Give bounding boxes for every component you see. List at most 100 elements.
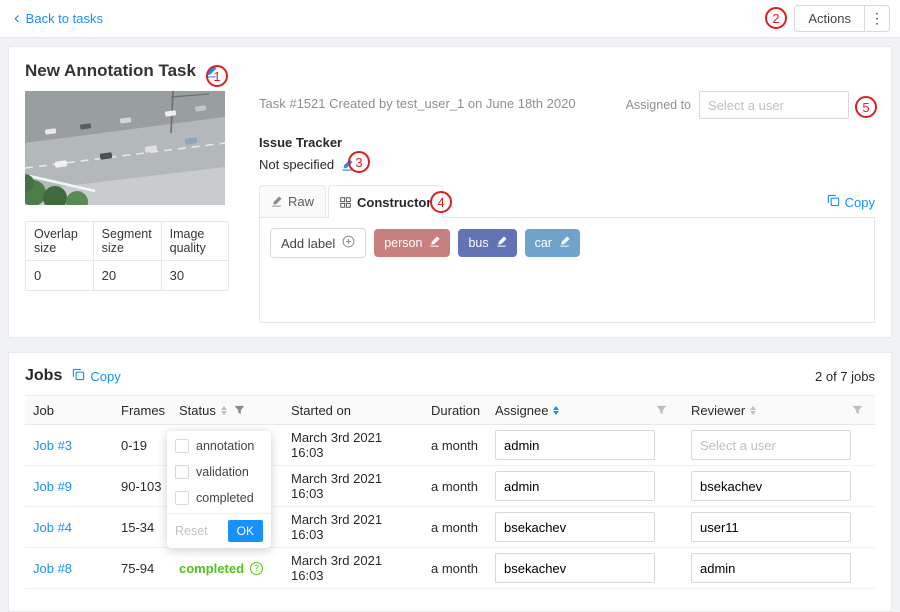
param-value-segment: 20 — [93, 261, 161, 291]
edit-label-icon[interactable] — [559, 236, 570, 250]
column-header-assignee: Assignee — [487, 403, 683, 418]
copy-jobs-link[interactable]: Copy — [72, 368, 120, 384]
table-row: Job #9 90-103 March 3rd 2021 16:03 a mon… — [25, 466, 875, 507]
filter-option-annotation[interactable]: annotation — [167, 433, 271, 459]
filter-option-completed[interactable]: completed — [167, 485, 271, 511]
started-value: March 3rd 2021 16:03 — [291, 471, 382, 501]
reviewer-filter-icon[interactable] — [852, 405, 863, 416]
block-icon — [340, 197, 351, 208]
label-chip-bus[interactable]: bus — [458, 229, 516, 257]
jobs-count: 2 of 7 jobs — [815, 369, 875, 384]
assignee-input[interactable] — [495, 553, 655, 583]
frames-value: 75-94 — [121, 561, 154, 576]
column-header-job: Job — [25, 403, 113, 418]
actions-menu-button[interactable]: ⋮ — [864, 6, 889, 31]
frames-value: 15-34 — [121, 520, 154, 535]
assignee-filter-icon[interactable] — [656, 405, 667, 416]
tab-raw-label: Raw — [288, 194, 314, 209]
started-value: March 3rd 2021 16:03 — [291, 512, 382, 542]
reviewer-input[interactable] — [691, 553, 851, 583]
callout-4: 4 — [430, 191, 452, 213]
checkbox-validation[interactable] — [175, 465, 189, 479]
started-value: March 3rd 2021 16:03 — [291, 430, 382, 460]
status-filter-dropdown: annotation validation completed Reset OK — [167, 431, 271, 548]
tab-raw[interactable]: Raw — [259, 185, 326, 217]
back-arrow-icon: ‹ — [14, 9, 20, 26]
kebab-icon: ⋮ — [870, 10, 884, 27]
edit-label-icon[interactable] — [496, 236, 507, 250]
callout-5: 5 — [855, 96, 877, 118]
issue-tracker-value: Not specified — [259, 157, 334, 172]
reviewer-input[interactable] — [691, 512, 851, 542]
duration-value: a month — [431, 479, 478, 494]
label-chip-person-name: person — [384, 236, 422, 250]
reviewer-sort-control[interactable] — [750, 406, 756, 415]
callout-3: 3 — [348, 151, 370, 173]
column-header-duration: Duration — [423, 403, 487, 418]
assigned-to-input[interactable] — [699, 91, 849, 119]
job-link[interactable]: Job #8 — [33, 561, 72, 576]
status-filter-icon[interactable] — [234, 405, 245, 416]
status-sort-control[interactable] — [221, 406, 227, 415]
labels-editor-tabs: Raw Constructor — [259, 185, 443, 217]
add-label-button[interactable]: Add label — [270, 228, 366, 258]
copy-icon — [72, 368, 85, 384]
plus-circle-icon — [342, 235, 355, 251]
status-value: completed — [179, 561, 244, 576]
table-row: Job #8 75-94 completed ? March 3rd 2021 … — [25, 548, 875, 589]
param-value-quality: 30 — [161, 261, 228, 291]
checkbox-completed[interactable] — [175, 491, 189, 505]
started-value: March 3rd 2021 16:03 — [291, 553, 382, 583]
duration-value: a month — [431, 561, 478, 576]
actions-button[interactable]: Actions — [795, 6, 864, 31]
param-header-quality: Image quality — [161, 222, 228, 261]
filter-reset-button[interactable]: Reset — [175, 524, 208, 538]
label-chip-person[interactable]: person — [374, 229, 450, 257]
filter-option-label: annotation — [196, 439, 254, 453]
filter-ok-button[interactable]: OK — [228, 520, 263, 542]
issue-tracker-label: Issue Tracker — [259, 135, 875, 150]
task-title: New Annotation Task — [25, 61, 196, 81]
column-header-started: Started on — [283, 403, 423, 418]
jobs-table-header: Job Frames Status Started on Duration As… — [25, 395, 875, 425]
table-row: Job #4 15-34 March 3rd 2021 16:03 a mont… — [25, 507, 875, 548]
param-header-overlap: Overlap size — [26, 222, 94, 261]
task-card: New Annotation Task — [8, 46, 892, 338]
assigned-to-group: Assigned to — [626, 91, 849, 119]
assignee-input[interactable] — [495, 471, 655, 501]
filter-option-label: validation — [196, 465, 249, 479]
actions-button-group: Actions ⋮ — [794, 5, 890, 32]
assignee-sort-control[interactable] — [553, 406, 559, 415]
filter-option-validation[interactable]: validation — [167, 459, 271, 485]
label-chip-bus-name: bus — [468, 236, 488, 250]
label-chip-car[interactable]: car — [525, 229, 580, 257]
duration-value: a month — [431, 520, 478, 535]
reviewer-input[interactable] — [691, 430, 851, 460]
copy-icon — [827, 194, 840, 210]
assignee-input[interactable] — [495, 512, 655, 542]
job-link[interactable]: Job #4 — [33, 520, 72, 535]
assigned-to-label: Assigned to — [626, 98, 691, 112]
tab-constructor[interactable]: Constructor — [328, 185, 443, 218]
tab-constructor-label: Constructor — [357, 195, 431, 210]
param-header-segment: Segment size — [93, 222, 161, 261]
back-to-tasks-link[interactable]: ‹ Back to tasks — [14, 11, 103, 26]
column-header-status: Status — [171, 403, 283, 418]
job-link[interactable]: Job #3 — [33, 438, 72, 453]
column-header-reviewer: Reviewer — [683, 403, 875, 418]
copy-labels-link[interactable]: Copy — [827, 194, 875, 210]
label-chip-car-name: car — [535, 236, 552, 250]
job-link[interactable]: Job #9 — [33, 479, 72, 494]
table-row: Job #3 0-19 March 3rd 2021 16:03 a month — [25, 425, 875, 466]
checkbox-annotation[interactable] — [175, 439, 189, 453]
question-circle-icon[interactable]: ? — [250, 562, 263, 575]
assignee-input[interactable] — [495, 430, 655, 460]
add-label-text: Add label — [281, 236, 335, 251]
duration-value: a month — [431, 438, 478, 453]
reviewer-input[interactable] — [691, 471, 851, 501]
filter-option-label: completed — [196, 491, 254, 505]
traffic-scene-illustration — [25, 91, 225, 205]
pencil-icon — [271, 196, 282, 207]
edit-label-icon[interactable] — [429, 236, 440, 250]
task-parameters-table: Overlap size Segment size Image quality … — [25, 221, 229, 291]
